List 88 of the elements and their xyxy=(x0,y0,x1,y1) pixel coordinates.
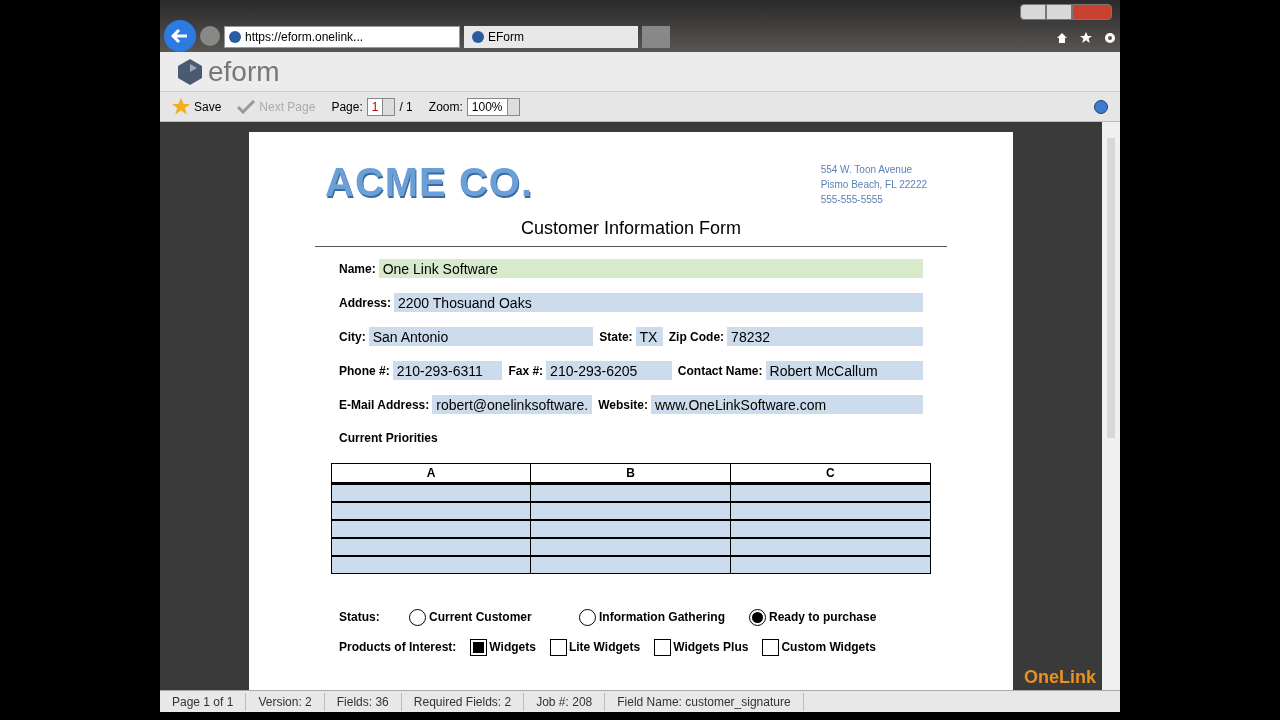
text-field[interactable]: TX xyxy=(635,327,663,346)
checkbox-option[interactable]: Custom Widgets xyxy=(762,638,876,656)
products-label: Products of Interest: xyxy=(339,639,457,656)
checkmark-icon xyxy=(237,99,256,114)
field-label: Address: xyxy=(339,294,391,312)
section-heading: Current Priorities xyxy=(339,430,439,447)
checkbox[interactable] xyxy=(549,638,567,656)
company-address-line: 555-555-5555 xyxy=(820,193,884,207)
table-input-cell[interactable] xyxy=(730,485,930,501)
status-bar-item: Job #: 208 xyxy=(524,692,606,711)
text-field[interactable]: 78232 xyxy=(727,327,923,346)
field-label: Contact Name: xyxy=(677,362,763,380)
checkbox-option[interactable]: Lite Widgets xyxy=(549,638,641,656)
status-bar-item: Page 1 of 1 xyxy=(160,692,247,711)
radio-option[interactable]: Ready to purchase xyxy=(749,608,877,626)
table-input-cell[interactable] xyxy=(730,539,930,555)
minimize-button[interactable] xyxy=(1020,4,1046,20)
page-label: Page: xyxy=(331,98,363,116)
table-input-cell[interactable] xyxy=(531,539,731,555)
browser-tab[interactable]: EForm xyxy=(464,26,638,48)
table-input-cell[interactable] xyxy=(332,485,532,501)
home-icon[interactable] xyxy=(1056,32,1068,44)
table-input-cell[interactable] xyxy=(332,503,532,519)
status-bar-item: Required Fields: 2 xyxy=(401,692,525,711)
app-logo: eform xyxy=(208,57,280,86)
table-input-cell[interactable] xyxy=(730,557,930,573)
tab-title: EForm xyxy=(488,29,524,46)
text-field[interactable]: San Antonio xyxy=(368,327,594,346)
save-button[interactable]: Save xyxy=(172,97,222,116)
company-logo: ACME CO. xyxy=(325,162,533,202)
back-button[interactable] xyxy=(164,20,196,52)
field-label: Name: xyxy=(339,260,376,278)
checkbox-option[interactable]: Widgets Plus xyxy=(654,638,749,656)
table-input-cell[interactable] xyxy=(531,503,731,519)
text-field[interactable]: Robert McCallum xyxy=(765,361,923,380)
column-header: B xyxy=(531,464,731,483)
url-text: https://eform.onelink... xyxy=(245,29,364,46)
status-bar-item: Field Name: customer_signature xyxy=(605,692,804,711)
checkbox[interactable] xyxy=(762,638,780,656)
logo-icon xyxy=(176,57,204,86)
table-input-cell[interactable] xyxy=(730,521,930,537)
company-address-line: Pismo Beach, FL 22222 xyxy=(820,178,927,192)
field-label: City: xyxy=(339,328,366,346)
text-field[interactable]: 210-293-6311 xyxy=(392,361,503,380)
table-input-cell[interactable] xyxy=(332,539,532,555)
field-label: Phone #: xyxy=(339,362,390,380)
text-field[interactable]: www.OneLinkSoftware.com xyxy=(651,395,923,414)
field-label: State: xyxy=(599,328,633,346)
star-icon xyxy=(172,97,190,116)
field-label: Fax #: xyxy=(508,362,544,380)
page-select[interactable]: 1 xyxy=(366,97,396,116)
star-icon[interactable] xyxy=(1080,32,1092,44)
table-input-cell[interactable] xyxy=(531,485,731,501)
field-label: Website: xyxy=(598,396,648,414)
zoom-label: Zoom: xyxy=(428,98,463,116)
company-address-line: 554 W. Toon Avenue xyxy=(820,163,913,177)
checkbox-option[interactable]: Widgets xyxy=(470,638,536,656)
maximize-button[interactable] xyxy=(1046,4,1072,20)
field-label: E-Mail Address: xyxy=(339,396,430,414)
text-field[interactable]: 210-293-6205 xyxy=(546,361,672,380)
page-total: / 1 xyxy=(399,98,413,116)
zoom-select[interactable]: 100% xyxy=(466,97,520,116)
address-bar[interactable]: https://eform.onelink... xyxy=(224,26,460,48)
field-label: Zip Code: xyxy=(668,328,725,346)
text-field[interactable]: One Link Software xyxy=(378,259,923,278)
back-arrow-icon xyxy=(171,27,189,45)
checkbox[interactable] xyxy=(470,638,488,656)
new-tab-button[interactable] xyxy=(642,26,670,48)
scrollbar[interactable] xyxy=(1102,122,1120,690)
table-input-cell[interactable] xyxy=(531,521,731,537)
column-header: C xyxy=(730,464,930,483)
status-bar-item: Fields: 36 xyxy=(324,692,402,711)
checkbox[interactable] xyxy=(654,638,672,656)
column-header: A xyxy=(332,464,532,483)
forward-button[interactable] xyxy=(200,26,220,46)
table-input-cell[interactable] xyxy=(531,557,731,573)
form-title: Customer Information Form xyxy=(315,215,947,247)
radio-option[interactable]: Information Gathering xyxy=(579,608,749,626)
settings-icon[interactable] xyxy=(1104,32,1116,44)
text-field[interactable]: 2200 Thosuand Oaks xyxy=(394,293,923,312)
table-input-cell[interactable] xyxy=(332,521,532,537)
status-label: Status: xyxy=(339,609,381,626)
table-input-cell[interactable] xyxy=(730,503,930,519)
radio-option[interactable]: Current Customer xyxy=(409,608,579,626)
onelink-logo: OneLink xyxy=(1023,668,1096,686)
text-field[interactable]: robert@onelinksoftware. xyxy=(432,395,593,414)
status-bar-item: Version: 2 xyxy=(246,692,325,711)
table-input-cell[interactable] xyxy=(332,557,532,573)
